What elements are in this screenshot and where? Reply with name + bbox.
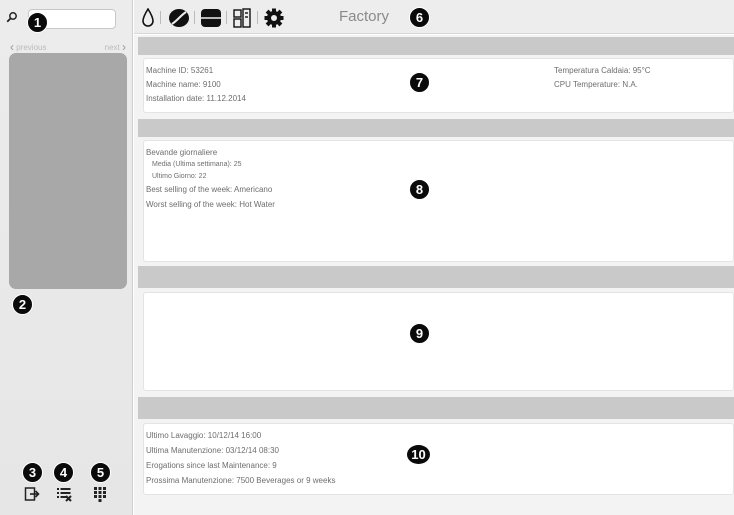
cpu-temperature: CPU Temperature: N.A. [554, 80, 638, 89]
callout-badge: 10 [406, 444, 431, 465]
boiler-icon[interactable] [200, 8, 222, 28]
callout-badge: 2 [12, 294, 33, 315]
pager: ‹ previous next › [10, 39, 126, 54]
next-button[interactable]: next › [104, 39, 126, 54]
callout-badge: 3 [22, 462, 43, 483]
sidebar: ‹ previous next › [0, 0, 133, 515]
toolbar-separator [194, 11, 195, 24]
section-header-maintenance [138, 397, 734, 419]
empty-panel [143, 292, 734, 391]
gear-icon[interactable] [264, 8, 284, 28]
beverages-panel: Bevande giornaliere Media (Ultima settim… [143, 140, 734, 262]
next-label: next [104, 43, 120, 52]
logout-icon[interactable] [24, 486, 40, 502]
chevron-left-icon: ‹ [10, 40, 14, 54]
chevron-right-icon: › [122, 40, 126, 54]
section-header-beverages [138, 119, 734, 137]
last-wash: Ultimo Lavaggio: 10/12/14 16:00 [146, 431, 262, 440]
callout-badge: 9 [409, 323, 430, 344]
search-icon[interactable] [6, 11, 18, 23]
erogations-count: Erogations since last Maintenance: 9 [146, 461, 277, 470]
water-drop-icon[interactable] [142, 8, 154, 28]
previous-button[interactable]: ‹ previous [10, 39, 47, 54]
callout-badge: 6 [409, 7, 430, 28]
keypad-icon[interactable] [92, 486, 108, 502]
toolbar: Factory [134, 0, 734, 34]
last-maintenance: Ultima Manutenzione: 03/12/14 08:30 [146, 446, 279, 455]
worst-selling: Worst selling of the week: Hot Water [146, 200, 275, 209]
previous-label: previous [16, 43, 47, 52]
section-header-machine-info [138, 37, 734, 55]
coffee-bean-icon[interactable] [168, 8, 190, 28]
machine-icon[interactable] [232, 8, 252, 28]
callout-badge: 8 [409, 179, 430, 200]
machine-info-panel: Machine ID: 53261 Machine name: 9100 Ins… [143, 58, 734, 113]
list-edit-icon[interactable] [56, 486, 72, 502]
toolbar-separator [226, 11, 227, 24]
installation-date: Installation date: 11.12.2014 [146, 94, 246, 103]
boiler-temperature: Temperatura Caldaia: 95°C [554, 66, 651, 75]
search-row [6, 9, 116, 29]
callout-badge: 7 [409, 72, 430, 93]
page-title: Factory [339, 8, 390, 25]
callout-badge: 4 [53, 462, 74, 483]
machine-name: Machine name: 9100 [146, 80, 221, 89]
last-day-count: Ultimo Giorno: 22 [152, 173, 207, 180]
best-selling: Best selling of the week: Americano [146, 185, 273, 194]
maintenance-panel: Ultimo Lavaggio: 10/12/14 16:00 Ultima M… [143, 423, 734, 495]
toolbar-separator [160, 11, 161, 24]
toolbar-separator [257, 11, 258, 24]
weekly-average: Media (Ultima settimana): 25 [152, 161, 242, 168]
next-maintenance: Prossima Manutenzione: 7500 Beverages or… [146, 476, 336, 485]
callout-badge: 5 [90, 462, 111, 483]
machine-list-panel[interactable] [9, 53, 127, 289]
section-header-empty [138, 266, 734, 288]
machine-id: Machine ID: 53261 [146, 66, 214, 75]
callout-badge: 1 [27, 12, 48, 33]
beverages-heading: Bevande giornaliere [146, 148, 218, 157]
